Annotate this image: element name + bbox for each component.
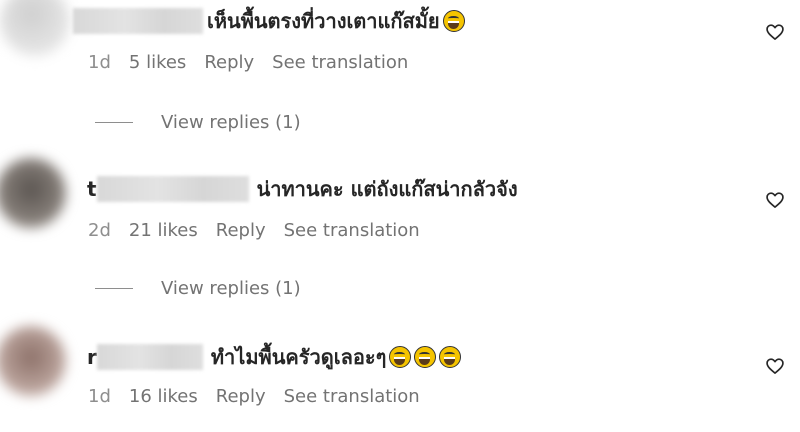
comment-meta: 1d 5 likes Reply See translation (88, 52, 426, 73)
avatar[interactable] (0, 0, 70, 56)
view-replies-label: View replies (1) (161, 278, 301, 299)
avatar[interactable] (0, 326, 66, 396)
comment-meta: 2d 21 likes Reply See translation (88, 220, 438, 241)
comment-time[interactable]: 1d (88, 386, 111, 407)
comment-body: r ทำไมพื้นครัวดูเลอะๆ (87, 340, 462, 374)
comment-meta: 1d 16 likes Reply See translation (88, 386, 438, 407)
comment-body: t น่าทานคะ แต่ถังแก๊สน่ากลัวจัง (87, 172, 518, 206)
comment-text: น่าทานคะ แต่ถังแก๊สน่ากลัวจัง (256, 177, 518, 201)
heart-outline-icon[interactable] (765, 190, 785, 210)
view-replies-button[interactable]: View replies (1) (95, 112, 301, 133)
see-translation-button[interactable]: See translation (284, 386, 420, 407)
comment-time[interactable]: 2d (88, 220, 111, 241)
tears-of-joy-emoji-icon (389, 346, 412, 368)
replies-divider (95, 288, 133, 289)
likes-count[interactable]: 5 likes (129, 52, 186, 73)
username-redacted (73, 8, 203, 34)
username-redacted (96, 344, 203, 370)
see-translation-button[interactable]: See translation (272, 52, 408, 73)
heart-outline-icon[interactable] (765, 22, 785, 42)
reply-button[interactable]: Reply (216, 386, 266, 407)
reply-button[interactable]: Reply (216, 220, 266, 241)
comment-text: เห็นพื้นตรงที่วางเตาแก๊สมั้ย (207, 9, 440, 33)
view-replies-button[interactable]: View replies (1) (95, 278, 301, 299)
heart-outline-icon[interactable] (765, 356, 785, 376)
likes-count[interactable]: 16 likes (129, 386, 198, 407)
username-redacted (96, 176, 249, 202)
tears-of-joy-emoji-icon (414, 346, 437, 368)
comment-text: ทำไมพื้นครัวดูเลอะๆ (210, 345, 387, 369)
view-replies-label: View replies (1) (161, 112, 301, 133)
comment-body: เห็นพื้นตรงที่วางเตาแก๊สมั้ย (73, 4, 465, 38)
reply-button[interactable]: Reply (204, 52, 254, 73)
tears-of-joy-emoji-icon (439, 346, 462, 368)
comment-time[interactable]: 1d (88, 52, 111, 73)
username[interactable]: r (87, 345, 97, 369)
username[interactable]: t (87, 177, 97, 201)
tears-of-joy-emoji-icon (442, 10, 465, 32)
likes-count[interactable]: 21 likes (129, 220, 198, 241)
avatar[interactable] (0, 158, 66, 228)
replies-divider (95, 122, 133, 123)
comment-list: เห็นพื้นตรงที่วางเตาแก๊สมั้ย 1d 5 likes … (0, 0, 800, 432)
see-translation-button[interactable]: See translation (284, 220, 420, 241)
